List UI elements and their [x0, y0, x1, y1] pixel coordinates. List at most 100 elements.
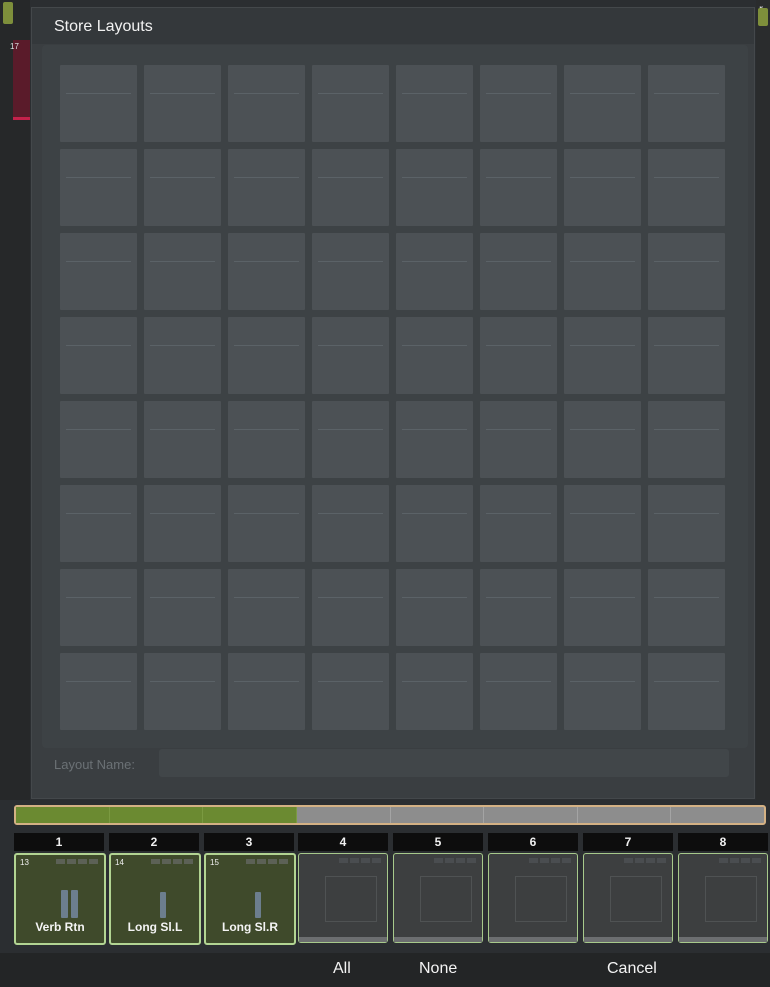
meter-segment	[279, 859, 288, 864]
layout-slot[interactable]	[480, 653, 557, 730]
layout-slot[interactable]	[648, 233, 725, 310]
layout-slot[interactable]	[144, 65, 221, 142]
meter-segment	[78, 859, 87, 864]
layout-slot[interactable]	[144, 233, 221, 310]
channel-number: 5	[393, 833, 483, 851]
meter-segment	[456, 858, 465, 863]
slot-divider	[570, 345, 635, 346]
layout-slot[interactable]	[648, 485, 725, 562]
layout-slot[interactable]	[312, 149, 389, 226]
layout-slot[interactable]	[312, 317, 389, 394]
layout-slot[interactable]	[564, 317, 641, 394]
layout-slot[interactable]	[396, 65, 473, 142]
channel-select-button[interactable]	[678, 853, 768, 943]
layout-slot[interactable]	[648, 569, 725, 646]
layout-slot[interactable]	[144, 401, 221, 478]
layout-slot[interactable]	[228, 485, 305, 562]
layout-slot[interactable]	[144, 653, 221, 730]
channel-select-button[interactable]: 15 Long Sl.R	[204, 853, 296, 945]
slot-divider	[654, 93, 719, 94]
layout-slot[interactable]	[144, 149, 221, 226]
layout-slot[interactable]	[60, 569, 137, 646]
layout-slot[interactable]	[648, 401, 725, 478]
layout-slot[interactable]	[60, 401, 137, 478]
channel-select-button[interactable]	[298, 853, 388, 943]
layout-slot[interactable]	[396, 569, 473, 646]
layout-slot[interactable]	[564, 569, 641, 646]
layout-slot[interactable]	[480, 65, 557, 142]
slot-divider	[654, 345, 719, 346]
layout-slot[interactable]	[396, 149, 473, 226]
bank-selector-bar[interactable]	[14, 805, 766, 825]
layout-slot[interactable]	[564, 65, 641, 142]
slot-divider	[570, 93, 635, 94]
layout-slot[interactable]	[564, 233, 641, 310]
layout-slot[interactable]	[396, 485, 473, 562]
bank-segment[interactable]	[671, 807, 764, 823]
slot-divider	[234, 93, 299, 94]
channel-select-button[interactable]: 14 Long Sl.L	[109, 853, 201, 945]
layout-slot[interactable]	[312, 401, 389, 478]
bank-segment[interactable]	[391, 807, 485, 823]
channel-select-button[interactable]: 13 Verb Rtn	[14, 853, 106, 945]
layout-slot[interactable]	[312, 65, 389, 142]
layout-slot[interactable]	[480, 317, 557, 394]
bank-segment[interactable]	[16, 807, 110, 823]
bank-segment[interactable]	[203, 807, 297, 823]
channel-number: 8	[678, 833, 768, 851]
layout-slot[interactable]	[228, 233, 305, 310]
channel-select-button[interactable]	[488, 853, 578, 943]
layout-slot[interactable]	[228, 317, 305, 394]
layout-slot[interactable]	[564, 401, 641, 478]
layout-slot[interactable]	[60, 65, 137, 142]
layout-slot[interactable]	[564, 485, 641, 562]
layout-slot[interactable]	[648, 317, 725, 394]
layout-slot[interactable]	[144, 317, 221, 394]
cancel-button[interactable]: Cancel	[607, 960, 657, 978]
layout-slot[interactable]	[60, 485, 137, 562]
layout-slot[interactable]	[312, 485, 389, 562]
layout-slot[interactable]	[312, 653, 389, 730]
layout-slot[interactable]	[228, 653, 305, 730]
layout-slot[interactable]	[228, 65, 305, 142]
layout-slot[interactable]	[60, 149, 137, 226]
bank-segment[interactable]	[297, 807, 391, 823]
layout-slot[interactable]	[312, 233, 389, 310]
slot-divider	[570, 597, 635, 598]
layout-slot[interactable]	[648, 653, 725, 730]
layout-slot[interactable]	[228, 401, 305, 478]
meter-segment	[719, 858, 728, 863]
layout-slot[interactable]	[564, 149, 641, 226]
bank-segment[interactable]	[109, 807, 204, 823]
layout-slot[interactable]	[480, 149, 557, 226]
layout-slot[interactable]	[60, 317, 137, 394]
layout-slot[interactable]	[60, 653, 137, 730]
layout-slot[interactable]	[564, 653, 641, 730]
layout-slot[interactable]	[144, 569, 221, 646]
meter-segment	[372, 858, 381, 863]
layout-slot[interactable]	[480, 233, 557, 310]
channel-select-button[interactable]	[583, 853, 673, 943]
layout-slot[interactable]	[312, 569, 389, 646]
layout-slot[interactable]	[144, 485, 221, 562]
layout-slot[interactable]	[396, 653, 473, 730]
layout-slot[interactable]	[396, 233, 473, 310]
layout-slot[interactable]	[396, 317, 473, 394]
slot-divider	[234, 429, 299, 430]
layout-slot[interactable]	[480, 485, 557, 562]
layout-slot[interactable]	[480, 401, 557, 478]
layout-slot[interactable]	[480, 569, 557, 646]
layout-name-input[interactable]	[159, 749, 729, 777]
layout-slot[interactable]	[396, 401, 473, 478]
layout-slot[interactable]	[60, 233, 137, 310]
layout-slot[interactable]	[648, 149, 725, 226]
layout-slot[interactable]	[228, 569, 305, 646]
layout-slot[interactable]	[648, 65, 725, 142]
all-button[interactable]: All	[333, 960, 351, 978]
bank-segment[interactable]	[484, 807, 578, 823]
slot-divider	[486, 261, 551, 262]
layout-slot[interactable]	[228, 149, 305, 226]
channel-select-button[interactable]	[393, 853, 483, 943]
bank-segment[interactable]	[578, 807, 672, 823]
none-button[interactable]: None	[419, 960, 457, 978]
